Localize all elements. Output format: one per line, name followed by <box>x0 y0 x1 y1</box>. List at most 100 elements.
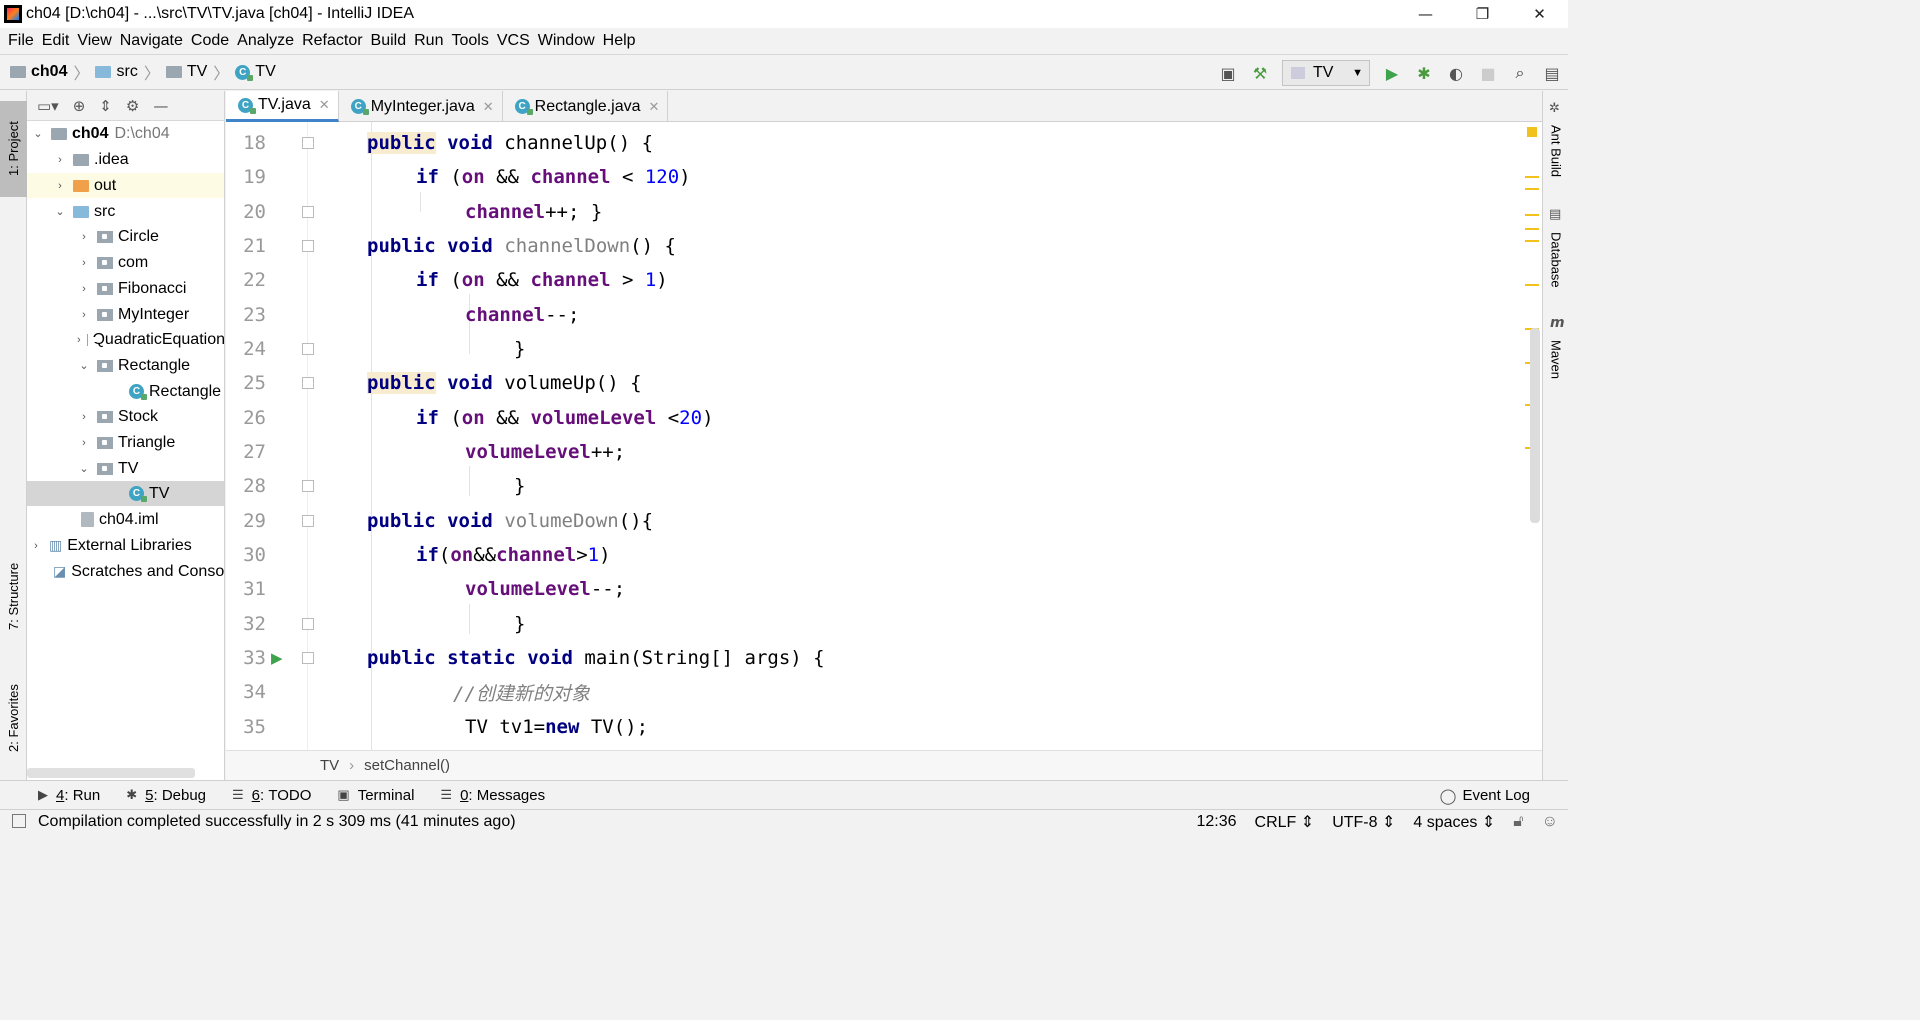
fold-icon[interactable] <box>302 206 314 218</box>
chevron-right-icon[interactable]: › <box>77 257 91 269</box>
collapse-all-icon[interactable]: ⇕ <box>99 97 112 115</box>
debug-icon[interactable]: ✱ <box>1410 59 1438 87</box>
line-separator-widget[interactable]: CRLF ⇕ <box>1255 812 1315 832</box>
tree-item-tv-package[interactable]: ⌄ TV <box>27 456 224 481</box>
tab-rectangle-java[interactable]: C Rectangle.java ✕ <box>503 91 669 122</box>
tree-item-circle[interactable]: › Circle <box>27 224 224 249</box>
tree-item-idea[interactable]: › .idea <box>27 147 224 172</box>
chevron-right-icon[interactable]: › <box>77 411 91 423</box>
tab-project-tool[interactable]: 1: Project <box>0 101 27 197</box>
vertical-scrollbar[interactable] <box>1530 328 1540 523</box>
chevron-right-icon[interactable]: › <box>77 437 91 449</box>
editor-breadcrumb-method[interactable]: setChannel() <box>364 757 450 774</box>
breadcrumb-class[interactable]: TV <box>255 63 275 81</box>
run-configuration-select[interactable]: TV ▼ <box>1282 60 1370 86</box>
project-structure-icon[interactable]: ▣ <box>1214 59 1242 87</box>
warning-marker[interactable] <box>1525 176 1539 178</box>
chevron-down-icon[interactable]: ⌄ <box>77 359 91 372</box>
warning-marker[interactable] <box>1525 240 1539 242</box>
warning-marker[interactable] <box>1525 228 1539 230</box>
run-with-coverage-icon[interactable]: ◐ <box>1442 59 1470 87</box>
gear-icon[interactable]: ⚙ <box>126 97 139 115</box>
tree-item-stock[interactable]: › Stock <box>27 404 224 429</box>
fold-icon[interactable] <box>302 343 314 355</box>
status-message[interactable]: Compilation completed successfully in 2 … <box>38 813 516 831</box>
warning-marker[interactable] <box>1525 284 1539 286</box>
tab-database[interactable]: Database <box>1543 225 1569 295</box>
chevron-right-icon[interactable]: › <box>53 154 67 166</box>
menu-window[interactable]: Window <box>538 32 595 50</box>
encoding-widget[interactable]: UTF-8 ⇕ <box>1332 812 1395 832</box>
error-stripe[interactable] <box>1522 122 1542 750</box>
breadcrumb-project[interactable]: ch04 <box>31 63 67 81</box>
warning-marker[interactable] <box>1525 188 1539 190</box>
menu-run[interactable]: Run <box>414 32 443 50</box>
close-icon[interactable]: ✕ <box>483 99 494 115</box>
chevron-right-icon[interactable]: › <box>77 309 91 321</box>
tab-todo[interactable]: ☰ 6: TODO <box>232 787 311 804</box>
tab-maven[interactable]: Maven <box>1543 335 1569 385</box>
tree-item-scratches[interactable]: ◪ Scratches and Consoles <box>27 559 224 584</box>
menu-help[interactable]: Help <box>603 32 636 50</box>
tree-root[interactable]: ⌄ ch04 D:\ch04 <box>27 121 224 146</box>
menu-tools[interactable]: Tools <box>451 32 488 50</box>
tree-item-tv-class[interactable]: C TV <box>27 481 224 506</box>
fold-icon[interactable] <box>302 652 314 664</box>
menu-analyze[interactable]: Analyze <box>237 32 294 50</box>
tab-myinteger-java[interactable]: C MyInteger.java ✕ <box>339 91 503 122</box>
menu-vcs[interactable]: VCS <box>497 32 530 50</box>
tree-item-triangle[interactable]: › Triangle <box>27 430 224 455</box>
chevron-down-icon[interactable]: ⌄ <box>77 462 91 475</box>
tree-item-com[interactable]: › com <box>27 250 224 275</box>
search-icon[interactable]: ⌕ <box>1506 59 1534 87</box>
inspector-icon[interactable]: ☺ <box>1542 813 1558 831</box>
tab-messages[interactable]: ☰ 0: Messages <box>440 787 545 804</box>
fold-icon[interactable] <box>302 137 314 149</box>
menu-view[interactable]: View <box>77 32 111 50</box>
tab-favorites-tool[interactable]: 2: Favorites <box>0 668 27 768</box>
chevron-down-icon[interactable]: ⌄ <box>31 127 45 140</box>
view-selector-icon[interactable]: ▭▾ <box>37 97 59 115</box>
horizontal-scrollbar[interactable] <box>27 768 195 778</box>
tab-terminal[interactable]: ▣ Terminal <box>337 787 414 804</box>
code-editor[interactable]: 18 public void channelUp() { 19 if (on &… <box>226 122 1542 750</box>
build-hammer-icon[interactable]: ⚒ <box>1246 59 1274 87</box>
tree-item-fibonacci[interactable]: › Fibonacci <box>27 276 224 301</box>
caret-position[interactable]: 12:36 <box>1197 813 1237 831</box>
fold-icon[interactable] <box>302 515 314 527</box>
tab-debug[interactable]: ✱ 5: Debug <box>126 787 206 804</box>
tab-ant-build[interactable]: Ant Build <box>1543 119 1569 183</box>
tree-item-quadraticequation[interactable]: › QuadraticEquation <box>27 327 224 352</box>
tree-item-iml[interactable]: ch04.iml <box>27 507 224 532</box>
menu-edit[interactable]: Edit <box>42 32 70 50</box>
fold-icon[interactable] <box>302 618 314 630</box>
chevron-right-icon[interactable]: › <box>77 231 91 243</box>
editor-breadcrumb-class[interactable]: TV <box>320 757 339 774</box>
breadcrumb-src[interactable]: src <box>116 63 137 81</box>
tab-run[interactable]: ▶ 4: Run <box>38 787 100 804</box>
breadcrumb-package[interactable]: TV <box>187 63 207 81</box>
tab-tv-java[interactable]: C TV.java ✕ <box>226 91 339 122</box>
chevron-right-icon[interactable]: › <box>53 180 67 192</box>
locate-icon[interactable]: ⊕ <box>73 97 86 115</box>
warning-marker[interactable] <box>1525 214 1539 216</box>
fold-icon[interactable] <box>302 240 314 252</box>
tree-item-rectangle-package[interactable]: ⌄ Rectangle <box>27 353 224 378</box>
run-icon[interactable]: ▶ <box>1378 59 1406 87</box>
close-button[interactable]: ✕ <box>1511 0 1568 28</box>
tree-item-rectangle-class[interactable]: C Rectangle <box>27 379 224 404</box>
fold-icon[interactable] <box>302 480 314 492</box>
stop-icon[interactable]: ■ <box>1474 59 1502 87</box>
menu-file[interactable]: File <box>8 32 34 50</box>
close-icon[interactable]: ✕ <box>649 99 660 115</box>
hide-icon[interactable]: — <box>153 97 168 115</box>
chevron-right-icon[interactable]: › <box>77 283 91 295</box>
tree-item-out[interactable]: › out <box>27 173 224 198</box>
menu-navigate[interactable]: Navigate <box>120 32 183 50</box>
run-gutter-icon[interactable]: ▶ <box>271 641 285 675</box>
chevron-down-icon[interactable]: ⌄ <box>53 205 67 218</box>
event-log-button[interactable]: ◯ Event Log <box>1440 781 1530 810</box>
tool-window-toggle-icon[interactable] <box>12 814 26 828</box>
lock-icon[interactable]: 🔓︎ <box>1513 813 1523 831</box>
close-icon[interactable]: ✕ <box>319 97 330 113</box>
